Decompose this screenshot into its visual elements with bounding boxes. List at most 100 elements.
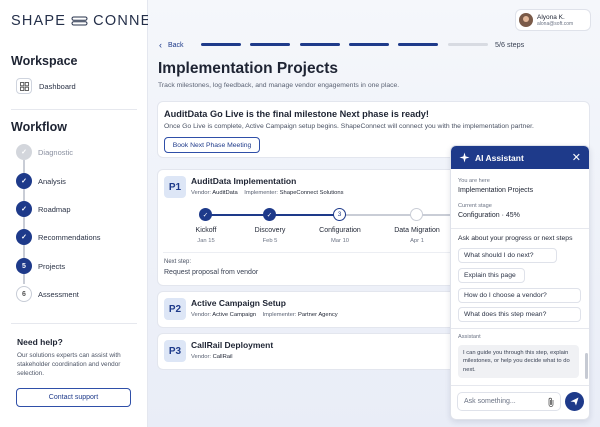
workflow-title: Workflow — [11, 120, 68, 134]
milestone-pending-dot — [410, 208, 423, 221]
vendor-value: CallRail — [212, 354, 233, 360]
divider — [451, 228, 589, 229]
milestone-label: Configuration — [319, 227, 361, 234]
ai-assistant-panel: AI Assistant ✕ You are here Implementati… — [450, 145, 590, 420]
sidebar-item-dashboard[interactable]: Dashboard — [16, 78, 76, 94]
paperclip-icon[interactable] — [547, 397, 555, 407]
user-email: alona@soft.com — [537, 20, 574, 27]
implementer-label: Implementer: — [262, 312, 297, 318]
page-title: Implementation Projects — [158, 60, 339, 77]
milestone-connector — [270, 214, 340, 216]
progress-segment — [447, 43, 488, 46]
divider — [11, 323, 137, 324]
milestone-check-icon: ✓ — [199, 208, 212, 221]
avatar — [519, 13, 533, 27]
project-title: Active Campaign Setup — [191, 298, 286, 308]
milestone-connector — [340, 214, 417, 216]
divider — [451, 328, 589, 329]
dashboard-icon — [16, 78, 32, 94]
milestone-current-dot: 3 — [333, 208, 346, 221]
progress-segment — [201, 43, 241, 46]
divider — [163, 252, 450, 253]
milestone-label: Kickoff — [195, 227, 217, 234]
check-icon: ✓ — [16, 144, 32, 160]
workspace-title: Workspace — [11, 54, 78, 68]
progress-segment — [398, 43, 439, 46]
user-menu[interactable]: Alyona K. alona@soft.com — [515, 9, 591, 31]
suggestion-chip[interactable]: What does this step mean? — [458, 307, 581, 322]
send-button[interactable] — [565, 392, 584, 411]
assistant-title: AI Assistant — [475, 152, 524, 163]
sidebar-step-diagnostic[interactable]: ✓ Diagnostic — [16, 144, 73, 160]
sidebar-step-label: Diagnostic — [38, 147, 74, 157]
sidebar-step-projects[interactable]: 5 Projects — [16, 258, 65, 274]
check-icon: ✓ — [16, 229, 32, 245]
user-name: Alyona K. — [537, 13, 565, 21]
milestone-date: Jan 15 — [197, 238, 215, 244]
assistant-header: AI Assistant ✕ — [451, 146, 589, 169]
suggestion-chip[interactable]: How do I choose a vendor? — [458, 288, 581, 303]
sidebar-step-label: Analysis — [38, 176, 66, 186]
input-placeholder: Ask something... — [464, 398, 516, 405]
divider — [451, 385, 589, 386]
vendor-label: Vendor: — [191, 190, 211, 196]
project-badge: P1 — [164, 176, 186, 198]
back-label: Back — [168, 41, 184, 49]
sidebar-item-label: Dashboard — [39, 81, 76, 91]
assistant-input[interactable]: Ask something... — [457, 392, 561, 411]
current-stage-label: Current stage — [458, 203, 492, 209]
vendor-label: Vendor: — [191, 312, 211, 318]
suggestion-chip[interactable]: What should I do next? — [458, 248, 557, 263]
milestone-label: Discovery — [254, 227, 286, 234]
progress-segment — [250, 43, 291, 46]
you-are-here-value: Implementation Projects — [458, 187, 534, 194]
divider — [11, 109, 137, 110]
sidebar-step-label: Recommendations — [38, 232, 101, 242]
help-text: Our solutions experts can assist with st… — [17, 352, 121, 378]
contact-support-button[interactable]: Contact support — [16, 388, 131, 407]
current-stage-value: Configuration · 45% — [458, 212, 520, 219]
implementer-value: ShapeConnect Solutions — [279, 190, 344, 196]
suggestion-chip[interactable]: Explain this page — [458, 268, 525, 283]
banner-text: Once Go Live is complete, Active Campaig… — [164, 123, 534, 130]
sidebar-step-assessment[interactable]: 6 Assessment — [16, 286, 79, 302]
assistant-message: I can guide you through this step, expla… — [458, 345, 579, 378]
sidebar: SHAPE CONNECT Workspace Dashboard Workfl… — [0, 0, 172, 427]
sidebar-step-analysis[interactable]: ✓ Analysis — [16, 173, 66, 189]
project-badge: P3 — [164, 340, 186, 362]
progress-segment — [348, 43, 389, 46]
step-number: 5 — [16, 258, 32, 274]
steps-count: 5/6 steps — [495, 40, 525, 49]
sidebar-step-roadmap[interactable]: ✓ Roadmap — [16, 201, 71, 217]
milestone-date: Apr 1 — [410, 238, 424, 244]
milestone-connector — [206, 214, 270, 216]
sidebar-step-label: Roadmap — [38, 204, 71, 214]
send-icon — [570, 397, 579, 406]
assistant-role-label: Assistant — [458, 334, 481, 340]
logo-text-left: SHAPE — [11, 13, 67, 29]
close-icon[interactable]: ✕ — [572, 151, 581, 164]
milestone-label: Data Migration — [394, 227, 440, 234]
next-step-label: Next step: — [164, 259, 192, 265]
implementer-value: Partner Agency — [298, 312, 338, 318]
project-card-p3[interactable] — [157, 333, 457, 370]
project-title: AuditData Implementation — [191, 176, 297, 186]
sidebar-step-label: Projects — [38, 261, 66, 271]
chevron-left-icon: ‹ — [159, 40, 162, 50]
check-icon: ✓ — [16, 173, 32, 189]
help-title: Need help? — [17, 337, 63, 347]
project-meta: Vendor: AuditData Implementer: ShapeConn… — [191, 190, 343, 196]
implementer-label: Implementer: — [244, 190, 279, 196]
project-card-p2[interactable] — [157, 291, 457, 328]
book-meeting-button[interactable]: Book Next Phase Meeting — [164, 137, 260, 153]
project-badge: P2 — [164, 298, 186, 320]
sparkle-icon — [459, 152, 470, 163]
step-number: 6 — [16, 286, 32, 302]
scrollbar[interactable] — [585, 353, 588, 379]
milestone-date: Feb 5 — [262, 238, 278, 244]
sidebar-step-label: Assessment — [38, 289, 79, 299]
sidebar-step-recommendations[interactable]: ✓ Recommendations — [16, 229, 101, 245]
back-button[interactable]: ‹ Back — [159, 40, 184, 50]
logo-mark-icon — [71, 16, 88, 26]
vendor-value: AuditData — [212, 190, 238, 196]
